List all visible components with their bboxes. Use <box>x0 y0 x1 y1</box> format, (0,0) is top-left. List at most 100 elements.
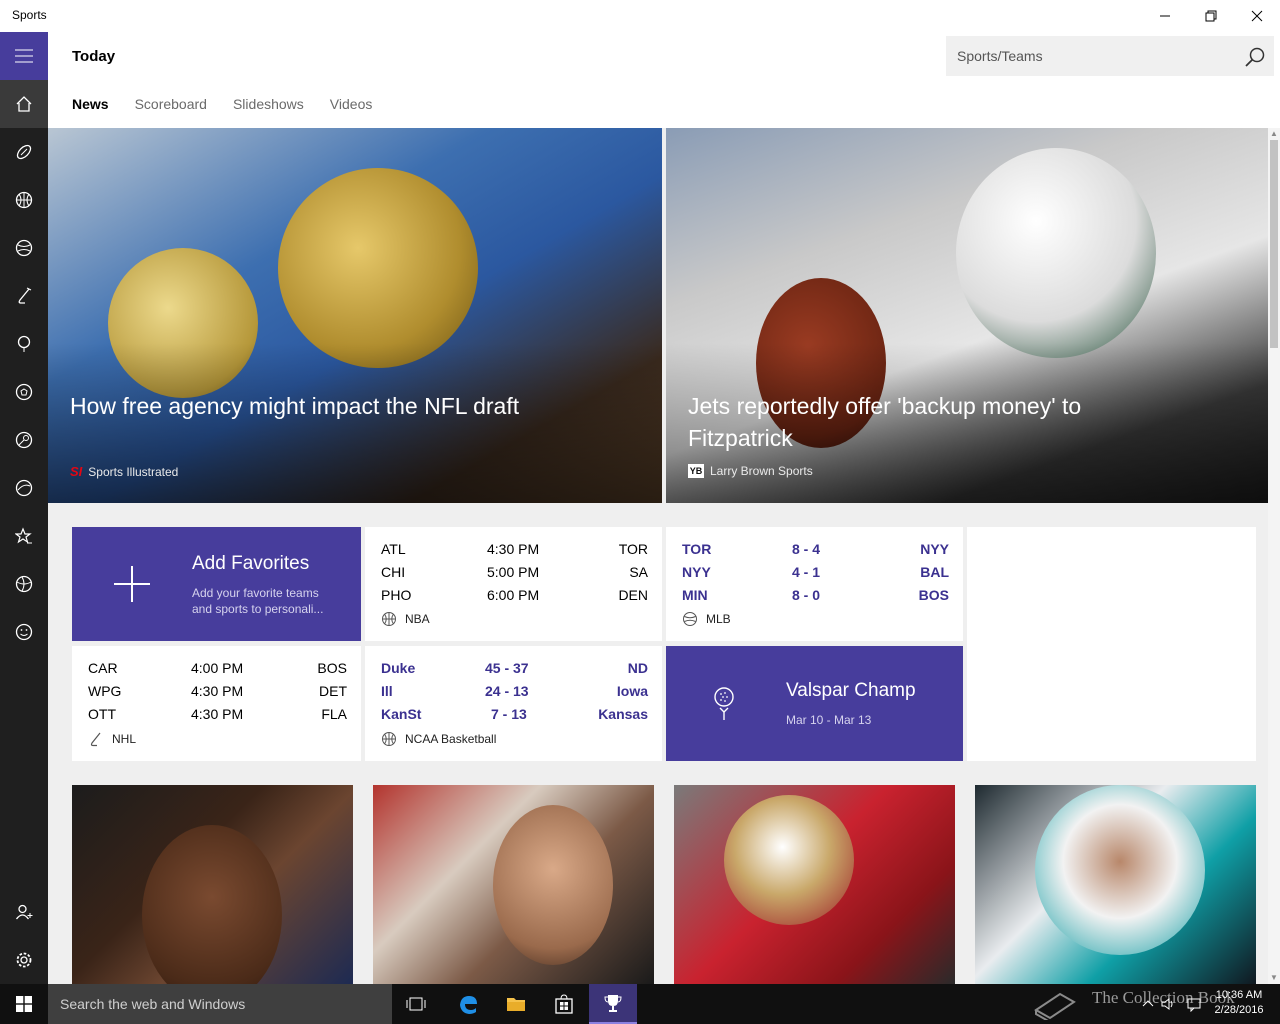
page-title: Today <box>72 48 116 65</box>
window-title: Sports <box>12 8 47 22</box>
nav-college[interactable] <box>0 464 48 512</box>
sports-app-button[interactable] <box>589 984 637 1024</box>
nav-hockey[interactable] <box>0 272 48 320</box>
tab-slideshows[interactable]: Slideshows <box>233 96 304 112</box>
mlb-scoreboard-tile[interactable]: TOR 8 - 4 NYY NYY 4 - 1 BAL MIN 8 - 0 BOS MLB <box>666 527 963 641</box>
edge-button[interactable] <box>444 984 492 1024</box>
favorites-icon <box>15 527 32 544</box>
content-scrollbar[interactable]: ▲ ▼ <box>1268 128 1280 984</box>
hero-article-2[interactable]: Jets reportedly offer 'backup money' to … <box>666 128 1268 503</box>
hockey-icon <box>90 732 101 747</box>
nav-favorites[interactable] <box>0 512 48 560</box>
clock-date: 2/28/2016 <box>1214 1004 1264 1016</box>
store-button[interactable] <box>540 984 588 1024</box>
menu-icon <box>15 49 33 63</box>
nav-football[interactable] <box>0 128 48 176</box>
scroll-thumb[interactable] <box>1270 140 1278 348</box>
nav-tennis[interactable] <box>0 416 48 464</box>
score-row: Duke 45 - 37 ND <box>381 660 648 676</box>
tab-scoreboard[interactable]: Scoreboard <box>135 96 207 112</box>
tab-bar: News Scoreboard Slideshows Videos <box>72 96 398 112</box>
image-shade <box>48 343 662 503</box>
restore-button[interactable] <box>1188 0 1234 32</box>
news-photo-4[interactable] <box>975 785 1256 984</box>
nav-baseball[interactable] <box>0 224 48 272</box>
action-center-icon[interactable] <box>1186 996 1202 1012</box>
page-header: Today News Scoreboard Slideshows Videos <box>48 32 1280 128</box>
plus-icon <box>114 566 150 602</box>
taskbar-search <box>48 984 392 1024</box>
score-row: CAR 4:00 PM BOS <box>88 660 347 676</box>
player-face-image <box>493 805 613 965</box>
nba-scoreboard-tile[interactable]: ATL 4:30 PM TOR CHI 5:00 PM SA PHO 6:00 PM DEN… <box>365 527 662 641</box>
sports-icon <box>15 575 33 593</box>
news-photo-1[interactable] <box>72 785 353 984</box>
taskbar-search-input[interactable] <box>48 984 392 1024</box>
search-icon[interactable] <box>1244 46 1266 68</box>
nav-home[interactable] <box>0 80 48 128</box>
minimize-button[interactable] <box>1142 0 1188 32</box>
league-label: NHL <box>88 731 136 747</box>
baseball-icon <box>683 612 697 626</box>
tab-videos[interactable]: Videos <box>330 96 373 112</box>
baseball-icon <box>15 239 33 257</box>
news-photo-2[interactable] <box>373 785 654 984</box>
source-name: Sports Illustrated <box>88 464 179 479</box>
scroll-down-icon[interactable]: ▼ <box>1268 972 1280 984</box>
nav-basketball[interactable] <box>0 176 48 224</box>
score-row: NYY 4 - 1 BAL <box>682 564 949 580</box>
settings-icon <box>16 952 32 968</box>
nav-soccer[interactable] <box>0 368 48 416</box>
helmet-image <box>1035 785 1205 955</box>
hockey-icon <box>18 287 32 304</box>
search-box <box>946 36 1274 76</box>
start-button[interactable] <box>0 984 48 1024</box>
league-label: NBA <box>381 611 430 627</box>
nav-fun[interactable] <box>0 608 48 656</box>
ncaa-scoreboard-tile[interactable]: Duke 45 - 37 ND Ill 24 - 13 Iowa KanSt 7 - 13… <box>365 646 662 761</box>
basketball-icon <box>382 732 396 746</box>
search-input[interactable] <box>946 36 1236 76</box>
hero-article-1[interactable]: How free agency might impact the NFL dra… <box>48 128 662 503</box>
account-icon <box>15 904 33 920</box>
hero-source: YB Larry Brown Sports <box>688 464 813 478</box>
score-row: ATL 4:30 PM TOR <box>381 541 648 557</box>
volume-icon[interactable] <box>1160 996 1176 1012</box>
golf-event-tile[interactable]: Valspar Champ Mar 10 - Mar 13 <box>666 646 963 761</box>
score-row: OTT 4:30 PM FLA <box>88 706 347 722</box>
task-view-button[interactable] <box>392 984 440 1024</box>
chevron-up-icon[interactable] <box>1140 996 1156 1012</box>
golf-event-dates: Mar 10 - Mar 13 <box>786 713 872 727</box>
nav-account[interactable] <box>0 888 48 936</box>
golf-icon <box>714 687 734 720</box>
tab-news[interactable]: News <box>72 96 109 112</box>
content-area: How free agency might impact the NFL dra… <box>48 128 1268 984</box>
league-label: NCAA Basketball <box>381 731 496 747</box>
close-button[interactable] <box>1234 0 1280 32</box>
nav-settings[interactable] <box>0 936 48 984</box>
college-icon <box>15 479 33 497</box>
book-watermark-icon <box>1034 992 1076 1020</box>
golf-event-title: Valspar Champ <box>786 680 916 701</box>
score-row: MIN 8 - 0 BOS <box>682 587 949 603</box>
basketball-icon <box>382 612 396 626</box>
minimize-icon <box>1160 15 1170 17</box>
score-row: PHO 6:00 PM DEN <box>381 587 648 603</box>
nav-more-sports[interactable] <box>0 560 48 608</box>
news-photo-3[interactable] <box>674 785 955 984</box>
close-icon <box>1251 10 1263 22</box>
helmet-image <box>956 148 1156 358</box>
source-logo: YB <box>688 464 704 478</box>
file-explorer-button[interactable] <box>492 984 540 1024</box>
golf-icon <box>17 335 31 352</box>
task-view-icon <box>406 997 426 1011</box>
add-favorites-tile[interactable]: Add Favorites Add your favorite teams an… <box>72 527 361 641</box>
scroll-up-icon[interactable]: ▲ <box>1268 128 1280 140</box>
source-logo: SI <box>70 464 83 479</box>
menu-button[interactable] <box>0 32 48 80</box>
score-row: KanSt 7 - 13 Kansas <box>381 706 648 722</box>
nav-golf[interactable] <box>0 320 48 368</box>
system-clock[interactable]: 10:36 AM 2/28/2016 <box>1208 988 1270 1018</box>
nhl-scoreboard-tile[interactable]: CAR 4:00 PM BOS WPG 4:30 PM DET OTT 4:30 PM FL… <box>72 646 361 761</box>
home-icon <box>16 96 32 112</box>
